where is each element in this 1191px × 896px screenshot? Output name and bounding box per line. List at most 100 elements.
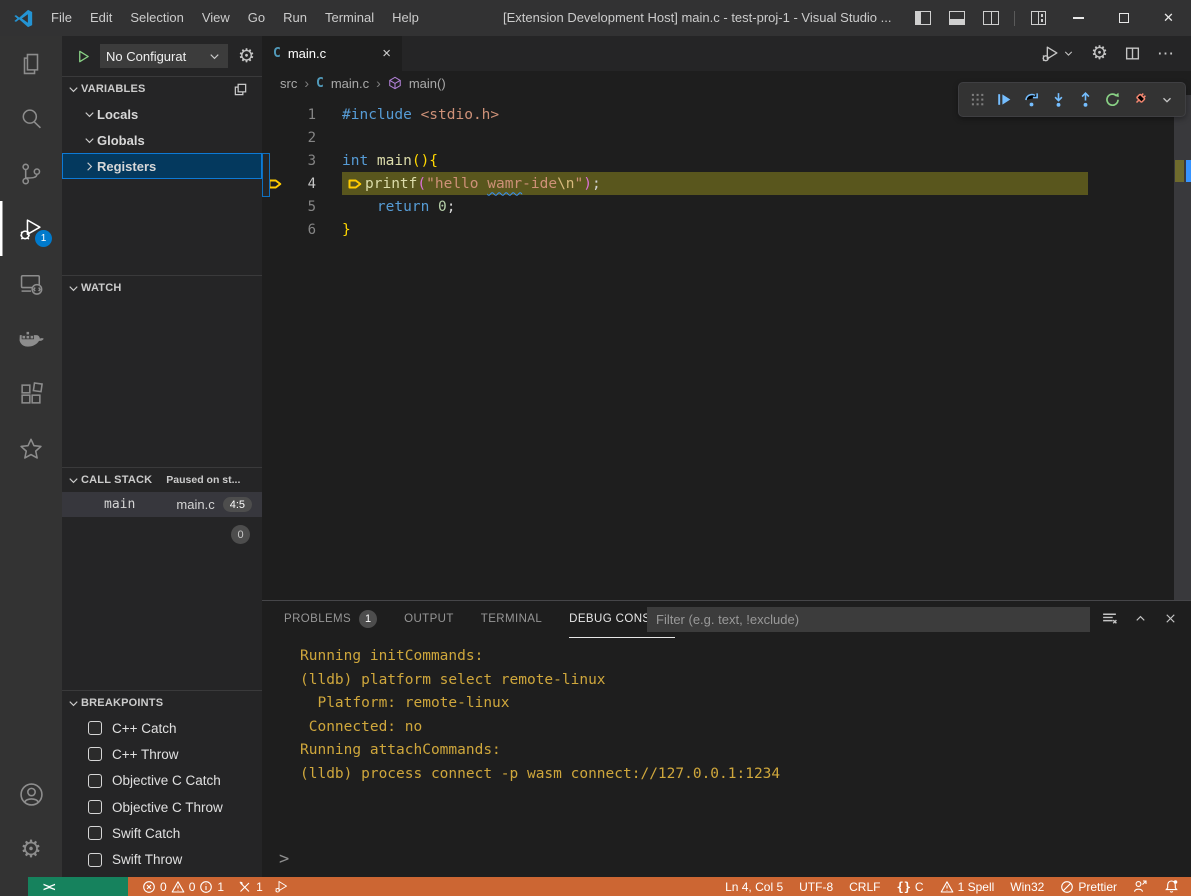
disconnect-button[interactable] <box>1131 91 1149 109</box>
tab-main-c[interactable]: C main.c × <box>262 36 402 71</box>
run-or-debug-button[interactable] <box>1041 44 1075 63</box>
menu-view[interactable]: View <box>193 0 239 36</box>
sidebar-item-extensions[interactable] <box>0 366 62 421</box>
code-editor[interactable]: 1#include <stdio.h>23int main(){4printf(… <box>262 95 1191 600</box>
problems-status[interactable]: 0 0 1 <box>142 880 224 894</box>
toggle-panel-icon[interactable] <box>949 11 965 25</box>
code-line-3[interactable]: 3int main(){ <box>262 149 1191 172</box>
sidebar-item-search[interactable] <box>0 91 62 146</box>
toolchain-status[interactable]: 1 <box>238 880 263 894</box>
spell-checker-status[interactable]: 1 Spell <box>940 880 995 894</box>
breakpoint-checkbox[interactable] <box>88 774 102 788</box>
menu-help[interactable]: Help <box>383 0 428 36</box>
step-over-button[interactable] <box>1022 91 1040 109</box>
platform-target[interactable]: Win32 <box>1010 880 1044 894</box>
debug-configuration-select[interactable]: No Configurat <box>100 44 228 68</box>
console-prompt-chevron[interactable]: > <box>279 849 289 869</box>
split-editor-icon[interactable] <box>1124 45 1141 62</box>
sidebar-item-source-control[interactable] <box>0 146 62 201</box>
feedback-button[interactable] <box>1133 879 1148 894</box>
panel-tab-problems[interactable]: PROBLEMS1 <box>284 601 377 638</box>
toggle-secondary-sidebar-icon[interactable] <box>983 11 999 25</box>
more-actions-icon[interactable]: ⋯ <box>1157 44 1175 64</box>
stack-frame-row[interactable]: main main.c 4:5 <box>62 492 262 517</box>
close-button[interactable]: ✕ <box>1146 0 1191 36</box>
step-out-button[interactable] <box>1077 91 1095 109</box>
menu-run[interactable]: Run <box>274 0 316 36</box>
customize-layout-icon[interactable] <box>1031 11 1046 25</box>
maximize-panel-icon[interactable] <box>1133 611 1148 626</box>
variables-header[interactable]: VARIABLES <box>62 77 262 101</box>
code-line-6[interactable]: 6} <box>262 218 1191 241</box>
sidebar-item-run-and-debug[interactable]: 1 <box>0 201 62 256</box>
variables-item-registers[interactable]: Registers <box>62 153 262 179</box>
breakpoint-row[interactable]: Objective C Catch <box>62 768 262 794</box>
close-panel-icon[interactable] <box>1163 611 1178 626</box>
panel-tab-output[interactable]: OUTPUT <box>404 601 454 638</box>
sidebar-item-explorer[interactable] <box>0 36 62 91</box>
toggle-sidebar-icon[interactable] <box>915 11 931 25</box>
breadcrumb-symbol[interactable]: main() <box>409 76 446 91</box>
debug-console-output[interactable]: Running initCommands:(lldb) platform sel… <box>262 638 1191 786</box>
cursor-position[interactable]: Ln 4, Col 5 <box>725 880 783 894</box>
panel-tab-terminal[interactable]: TERMINAL <box>481 601 542 638</box>
encoding[interactable]: UTF-8 <box>799 880 833 894</box>
code-line-2[interactable]: 2 <box>262 126 1191 149</box>
breakpoint-row[interactable]: C++ Catch <box>62 715 262 741</box>
toolbar-gripper[interactable] <box>968 91 986 109</box>
menu-go[interactable]: Go <box>239 0 274 36</box>
line-number: 1 <box>288 107 316 123</box>
console-filter-input[interactable] <box>647 607 1090 632</box>
breakpoint-row[interactable]: Swift Catch <box>62 820 262 846</box>
continue-button[interactable] <box>995 91 1013 109</box>
formatter-status[interactable]: Prettier <box>1060 880 1117 894</box>
debug-status-icon-item[interactable] <box>274 879 289 894</box>
breakpoint-row[interactable]: Swift Throw <box>62 846 262 872</box>
sidebar-item-remote-explorer[interactable] <box>0 256 62 311</box>
menu-file[interactable]: File <box>42 0 81 36</box>
code-line-5[interactable]: 5 return 0; <box>262 195 1191 218</box>
notifications-button[interactable] <box>1164 879 1179 894</box>
accounts-button[interactable] <box>0 767 62 822</box>
breakpoint-checkbox[interactable] <box>88 721 102 735</box>
breakpoint-checkbox[interactable] <box>88 853 102 867</box>
chevron-down-icon <box>82 107 97 122</box>
breakpoints-header[interactable]: BREAKPOINTS <box>62 691 262 715</box>
eol-sequence[interactable]: CRLF <box>849 880 880 894</box>
breadcrumb-file[interactable]: main.c <box>331 76 369 91</box>
maximize-button[interactable] <box>1101 0 1146 36</box>
step-into-button[interactable] <box>1049 91 1067 109</box>
sidebar-item-star-extension[interactable] <box>0 421 62 476</box>
breakpoint-checkbox[interactable] <box>88 826 102 840</box>
configure-gear-icon[interactable]: ⚙ <box>238 47 260 66</box>
star-icon <box>18 436 44 462</box>
window-controls: ✕ <box>906 0 1191 36</box>
manage-button[interactable]: ⚙ <box>0 822 62 877</box>
breadcrumb-folder[interactable]: src <box>280 76 297 91</box>
sidebar-item-docker[interactable] <box>0 311 62 366</box>
code-line-4[interactable]: 4printf("hello wamr-ide\n"); <box>262 172 1191 195</box>
breakpoint-row[interactable]: Objective C Throw <box>62 794 262 820</box>
breakpoint-row[interactable]: C++ Throw <box>62 741 262 767</box>
menu-selection[interactable]: Selection <box>121 0 192 36</box>
call-stack-header[interactable]: CALL STACK Paused on st... <box>62 468 262 492</box>
minimize-button[interactable] <box>1056 0 1101 36</box>
menu-edit[interactable]: Edit <box>81 0 121 36</box>
variables-item-globals[interactable]: Globals <box>62 127 262 153</box>
clear-console-icon[interactable] <box>1101 610 1118 627</box>
remote-indicator[interactable]: >< <box>28 877 128 896</box>
copy-value-icon[interactable] <box>233 82 248 97</box>
settings-gear-icon[interactable]: ⚙ <box>1091 44 1108 63</box>
restart-button[interactable] <box>1104 91 1122 109</box>
variables-item-locals[interactable]: Locals <box>62 101 262 127</box>
menu-terminal[interactable]: Terminal <box>316 0 383 36</box>
watch-header[interactable]: WATCH <box>62 276 262 300</box>
language-mode[interactable]: {} C <box>896 880 923 894</box>
tab-close-icon[interactable]: × <box>382 45 391 62</box>
vscode-window: FileEditSelectionViewGoRunTerminalHelp [… <box>0 0 1191 896</box>
breakpoint-checkbox[interactable] <box>88 747 102 761</box>
overview-ruler[interactable] <box>1174 95 1191 600</box>
start-debugging-icon[interactable] <box>76 49 91 64</box>
chevron-down-icon[interactable] <box>1158 91 1176 109</box>
breakpoint-checkbox[interactable] <box>88 800 102 814</box>
